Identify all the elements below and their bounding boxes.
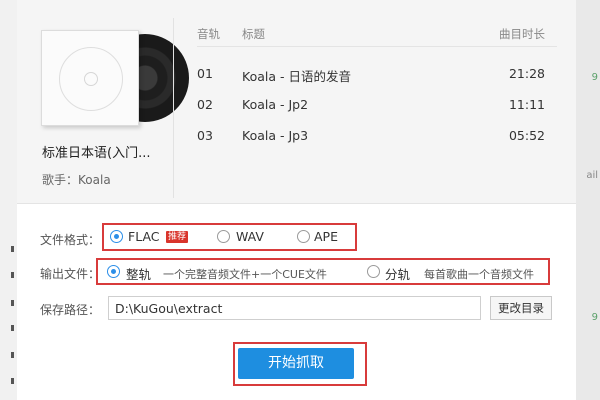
header-duration: 曲目时长 — [499, 27, 545, 41]
background-tick — [11, 300, 14, 306]
background-mark: 9 — [591, 72, 598, 83]
format-wav-label[interactable]: WAV — [236, 229, 264, 244]
format-wav-radio[interactable] — [217, 230, 230, 243]
track-number: 03 — [197, 128, 213, 143]
format-ape-radio[interactable] — [297, 230, 310, 243]
track-number: 01 — [197, 66, 213, 81]
album-cover-placeholder — [41, 30, 139, 126]
output-whole-track-radio[interactable] — [107, 265, 120, 278]
background-mark: 9 — [591, 312, 598, 323]
track-duration: 11:11 — [508, 97, 545, 112]
album-info-panel: 标准日本语(入门... 歌手：Koala 音轨 标题 曲目时长 01 Koala… — [17, 0, 576, 204]
track-table: 音轨 标题 曲目时长 01 Koala - 日语的发音 21:28 02 Koa… — [197, 24, 557, 143]
panel-divider — [173, 18, 174, 198]
background-tick — [11, 325, 14, 331]
artist-label: 歌手： — [42, 173, 79, 187]
background-app-left-strip — [0, 0, 17, 400]
output-split-track-hint: 每首歌曲一个音频文件 — [424, 268, 534, 281]
background-tick — [11, 352, 14, 358]
format-flac-radio[interactable] — [110, 230, 123, 243]
background-app-right-strip: 9 ail 9 — [576, 0, 600, 400]
header-title: 标题 — [242, 27, 265, 41]
track-table-header: 音轨 标题 曲目时长 — [197, 24, 557, 46]
track-title: Koala - Jp2 — [242, 97, 309, 112]
background-tick — [11, 272, 14, 278]
save-path-input[interactable] — [108, 296, 481, 320]
header-divider — [197, 46, 557, 47]
output-whole-track-hint: 一个完整音频文件+一个CUE文件 — [163, 268, 327, 281]
format-ape-label[interactable]: APE — [314, 229, 338, 244]
output-split-track-radio[interactable] — [367, 265, 380, 278]
track-number: 02 — [197, 97, 213, 112]
track-title: Koala - Jp3 — [242, 128, 309, 143]
save-path-label: 保存路径： — [40, 303, 101, 317]
album-title: 标准日本语(入门... — [42, 146, 151, 161]
output-split-track-label[interactable]: 分轨 — [385, 264, 410, 283]
output-label: 输出文件： — [40, 267, 101, 281]
track-duration: 05:52 — [508, 128, 545, 143]
header-track-number: 音轨 — [197, 27, 220, 41]
track-title: Koala - 日语的发音 — [242, 69, 351, 84]
artist-name: Koala — [78, 173, 111, 187]
format-flac-label[interactable]: FLAC — [128, 229, 160, 244]
start-extract-button[interactable]: 开始抓取 — [238, 348, 354, 379]
track-rows: 01 Koala - 日语的发音 21:28 02 Koala - Jp2 11… — [197, 62, 557, 155]
recommended-badge: 推荐 — [166, 231, 189, 243]
format-label: 文件格式： — [40, 233, 101, 247]
table-row[interactable]: 03 Koala - Jp3 05:52 — [197, 124, 557, 155]
background-tick — [11, 378, 14, 384]
background-tick — [11, 246, 14, 252]
disc-center-icon — [84, 72, 98, 86]
artist-line: 歌手：Koala — [42, 171, 111, 188]
change-directory-button[interactable]: 更改目录 — [490, 296, 552, 320]
extract-dialog: 标准日本语(入门... 歌手：Koala 音轨 标题 曲目时长 01 Koala… — [17, 0, 576, 400]
track-duration: 21:28 — [508, 66, 545, 81]
table-row[interactable]: 01 Koala - 日语的发音 21:28 — [197, 62, 557, 93]
album-art — [41, 30, 189, 126]
background-mark: ail — [586, 170, 598, 181]
table-row[interactable]: 02 Koala - Jp2 11:11 — [197, 93, 557, 124]
output-whole-track-label[interactable]: 整轨 — [126, 264, 151, 283]
